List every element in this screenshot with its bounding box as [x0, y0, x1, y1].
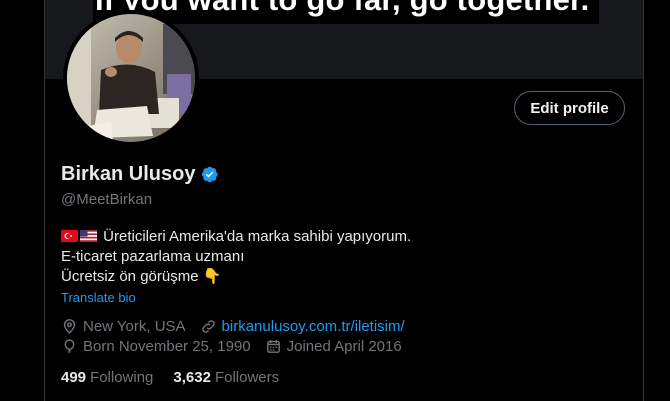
following-label: Following — [90, 369, 154, 386]
bio-text-1: Üreticileri Amerika'da marka sahibi yapı… — [103, 228, 412, 245]
website-link[interactable]: birkanulusoy.com.tr/iletisim/ — [222, 318, 405, 335]
profile-meta-row-1: New York, USA birkanulusoy.com.tr/iletis… — [61, 318, 405, 335]
profile-bio: Üreticileri Amerika'da marka sahibi yapı… — [61, 227, 411, 287]
location-pin-icon — [63, 319, 76, 334]
following-link[interactable]: 499 Following — [61, 369, 153, 386]
profile-meta-row-2: Born November 25, 1990 Joined April 2016 — [61, 338, 402, 355]
profile-handle: @MeetBirkan — [61, 191, 153, 208]
translate-bio-link[interactable]: Translate bio — [61, 290, 136, 305]
calendar-icon — [266, 340, 280, 353]
profile-name-row: Birkan Ulusoy — [61, 163, 219, 186]
turkey-flag-icon — [61, 230, 78, 242]
birth-date-text: Born November 25, 1990 — [83, 338, 251, 355]
verified-badge-icon[interactable] — [200, 165, 219, 184]
edit-profile-button[interactable]: Edit profile — [514, 91, 625, 125]
followers-count: 3,632 — [173, 369, 211, 386]
bio-line-2: E-ticaret pazarlama uzmanı — [61, 248, 245, 265]
display-name: Birkan Ulusoy — [61, 163, 196, 185]
following-count: 499 — [61, 369, 87, 386]
link-icon — [201, 320, 215, 333]
followers-link[interactable]: 3,632 Followers — [173, 369, 279, 386]
bio-line-1: Üreticileri Amerika'da marka sahibi yapı… — [61, 227, 411, 247]
followers-label: Followers — [214, 369, 280, 386]
balloon-icon — [64, 339, 75, 354]
profile-column: If you want to go far, go together.” — [44, 0, 644, 401]
bio-line-3: Ücretsiz ön görüşme 👇 — [61, 268, 222, 285]
avatar-photo — [67, 14, 195, 142]
banner-quote: If you want to go far, go together.” — [93, 0, 605, 24]
location-text: New York, USA — [83, 318, 186, 335]
joined-date-text: Joined April 2016 — [286, 338, 402, 355]
avatar[interactable] — [63, 10, 199, 146]
follow-stats: 499 Following 3,632 Followers — [61, 369, 299, 386]
usa-flag-icon — [80, 230, 97, 242]
